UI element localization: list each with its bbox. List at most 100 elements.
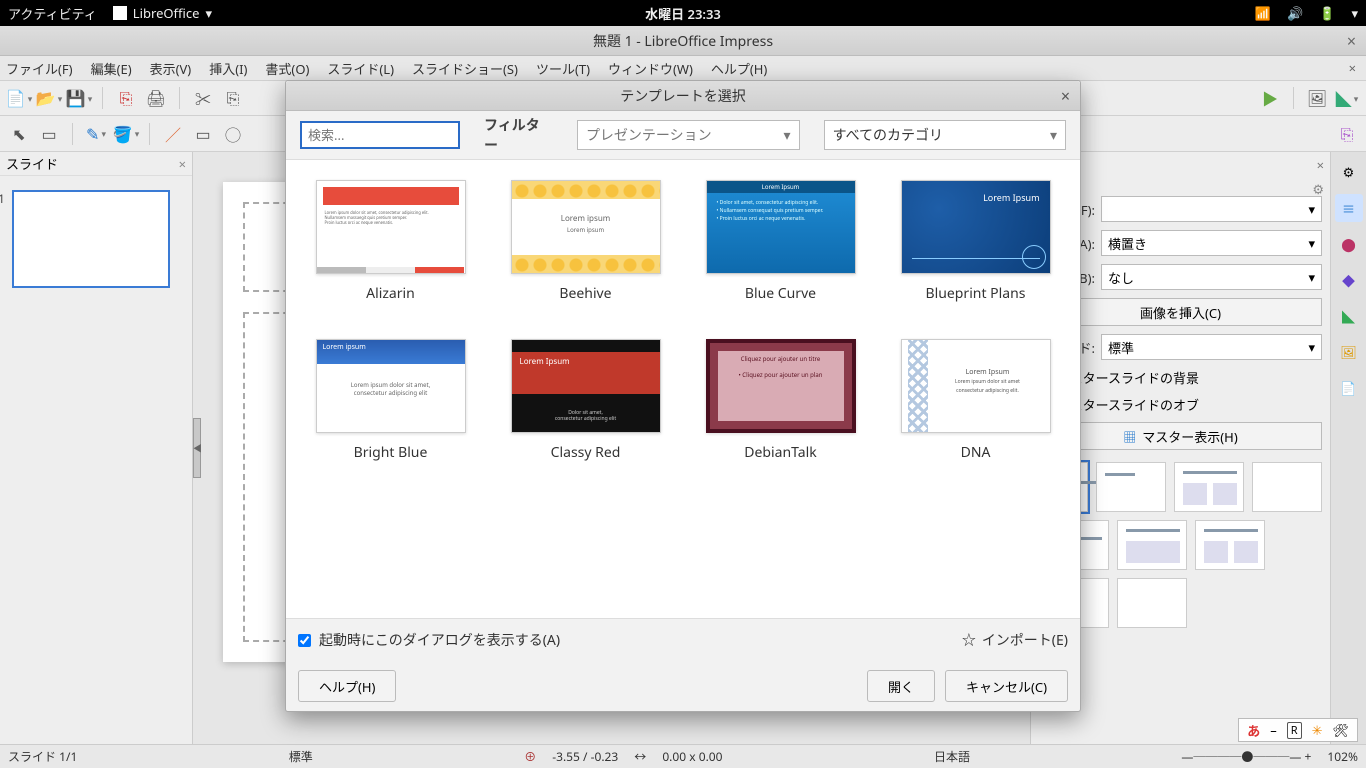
status-style: 標準 [289,748,313,765]
template-item[interactable]: Lorem IpsumDolor sit amet,consectetur ad… [503,339,668,462]
layout-thumb[interactable] [1174,462,1244,512]
volume-icon[interactable] [1287,4,1303,22]
fill-color-icon[interactable]: 🪣 [115,123,137,145]
template-list[interactable]: Lorem ipsum dolor sit amet, consectetur … [286,159,1080,619]
dialog-title-bar: テンプレートを選択 × [286,81,1080,111]
im-settings-icon[interactable]: ✳ [1312,721,1323,739]
orientation-select[interactable]: 横置き▾ [1101,230,1322,256]
layout-thumb[interactable] [1117,578,1187,628]
menu-window[interactable]: ウィンドウ(W) [608,59,693,78]
insert-image-icon[interactable]: 🖼 [1306,87,1328,109]
menu-help[interactable]: ヘルプ(H) [711,59,767,78]
title-bar: 無題 1 - LibreOffice Impress × [0,26,1366,56]
template-item[interactable]: Lorem Ipsum• Dolor sit amet, consectetur… [698,180,863,303]
save-icon[interactable]: 💾 [68,87,90,109]
insert-slide-icon[interactable]: ⎘ [1336,123,1358,145]
separator [1293,87,1294,109]
template-item[interactable]: Lorem ipsumLorem ipsum Beehive [503,180,668,303]
window-close-icon[interactable]: × [1347,30,1356,52]
background-select[interactable]: なし▾ [1101,264,1322,290]
menu-show[interactable]: スライドショー(S) [412,59,518,78]
properties-tab-icon[interactable]: ≡ [1335,194,1363,222]
clock[interactable]: 水曜日 23:33 [645,4,721,23]
menu-format[interactable]: 書式(O) [265,59,309,78]
activities-button[interactable]: アクティビティ [8,4,97,23]
shapes-icon[interactable]: ◣ [1336,87,1358,109]
copy-icon[interactable]: ⎘ [222,87,244,109]
template-item[interactable]: Lorem ipsum dolor sit amet, consectetur … [308,180,473,303]
textbox-icon[interactable]: ▭ [38,123,60,145]
battery-icon[interactable] [1319,4,1335,22]
im-tools-icon[interactable]: 🛠 [1332,721,1349,739]
menu-bar: ファイル(F) 編集(E) 表示(V) 挿入(I) 書式(O) スライド(L) … [0,56,1366,80]
template-item[interactable]: Lorem IpsumLorem ipsum dolor sit ametcon… [893,339,1058,462]
new-doc-icon[interactable]: 📄 [8,87,30,109]
gnome-top-bar: アクティビティ LibreOffice ▾ 水曜日 23:33 ▾ [0,0,1366,26]
master-view-button[interactable]: ▦マスター表示(H) [1039,422,1322,450]
export-pdf-icon[interactable]: ⎘ [115,87,137,109]
master-tab-icon[interactable]: 📄 [1335,374,1363,402]
menu-view[interactable]: 表示(V) [150,59,192,78]
template-item[interactable]: Lorem Ipsum Blueprint Plans [893,180,1058,303]
gallery-tab-icon[interactable]: ◆ [1335,266,1363,294]
slide-thumb-1[interactable] [12,190,170,288]
template-thumb: Lorem IpsumDolor sit amet,consectetur ad… [511,339,661,433]
line-icon[interactable]: ／ [162,123,184,145]
template-item[interactable]: Lorem ipsumLorem ipsum dolor sit amet,co… [308,339,473,462]
separator [72,123,73,145]
shapes-tab-icon[interactable]: ⬤ [1335,230,1363,258]
presentation-icon[interactable]: ▶ [1259,87,1281,109]
im-hiragana-icon[interactable]: あ [1247,721,1260,740]
power-menu-chevron[interactable]: ▾ [1351,4,1358,22]
insert-image-button[interactable]: 画像を挿入(C) [1039,298,1322,326]
separator [102,87,103,109]
wifi-icon[interactable] [1255,4,1271,22]
input-method-tray[interactable]: あ – R ✳ 🛠 [1238,718,1358,742]
print-icon[interactable]: 🖨 [145,87,167,109]
panel-menu-icon[interactable]: ⚙ [1312,180,1324,198]
app-menu[interactable]: LibreOffice ▾ [113,4,212,22]
import-button[interactable]: ☆インポート(E) [962,630,1068,650]
open-button[interactable]: 開く [867,670,935,702]
menu-insert[interactable]: 挿入(I) [209,59,247,78]
im-minimize-icon[interactable]: – [1270,721,1277,739]
masterslide-select[interactable]: 標準▾ [1101,334,1322,360]
status-slide: スライド 1/1 [8,748,77,765]
template-item[interactable]: Cliquez pour ajouter un titre• Cliquez p… [698,339,863,462]
layout-thumb[interactable] [1252,462,1322,512]
dialog-close-icon[interactable]: × [1061,85,1070,107]
status-zoom[interactable]: 102% [1327,748,1358,765]
zoom-slider[interactable]: —────●───— + [1181,748,1311,765]
help-button[interactable]: ヘルプ(H) [298,670,396,702]
open-icon[interactable]: 📂 [38,87,60,109]
pointer-icon[interactable]: ⬉ [8,123,30,145]
separator [149,123,150,145]
document-close-icon[interactable]: × [1349,59,1356,77]
menu-slide[interactable]: スライド(L) [327,59,394,78]
slide-tab-icon[interactable]: 🖼 [1335,338,1363,366]
menu-tools[interactable]: ツール(T) [536,59,590,78]
panel-splitter[interactable] [193,418,201,478]
show-on-start-checkbox[interactable]: 起動時にこのダイアログを表示する(A) [298,630,560,650]
format-select[interactable]: ▾ [1101,196,1322,222]
im-romaji-icon[interactable]: R [1287,722,1302,739]
close-icon[interactable]: × [1317,156,1324,174]
filter-category-select[interactable]: すべてのカテゴリ▾ [824,120,1066,150]
filter-type-select[interactable]: プレゼンテーション▾ [577,120,800,150]
line-color-icon[interactable]: ✎ [85,123,107,145]
status-lang[interactable]: 日本語 [934,748,970,765]
cut-icon[interactable]: ✂ [192,87,214,109]
ellipse-icon[interactable]: ◯ [222,123,244,145]
menu-file[interactable]: ファイル(F) [6,59,73,78]
sidebar-settings-icon[interactable]: ⚙ [1335,158,1363,186]
layout-thumb[interactable] [1096,462,1166,512]
search-input[interactable] [300,121,460,149]
menu-edit[interactable]: 編集(E) [91,59,132,78]
close-icon[interactable]: × [179,155,186,173]
cancel-button[interactable]: キャンセル(C) [945,670,1068,702]
navigator-tab-icon[interactable]: ◣ [1335,302,1363,330]
layout-thumb[interactable] [1117,520,1187,570]
separator [179,87,180,109]
rect-icon[interactable]: ▭ [192,123,214,145]
layout-thumb[interactable] [1195,520,1265,570]
